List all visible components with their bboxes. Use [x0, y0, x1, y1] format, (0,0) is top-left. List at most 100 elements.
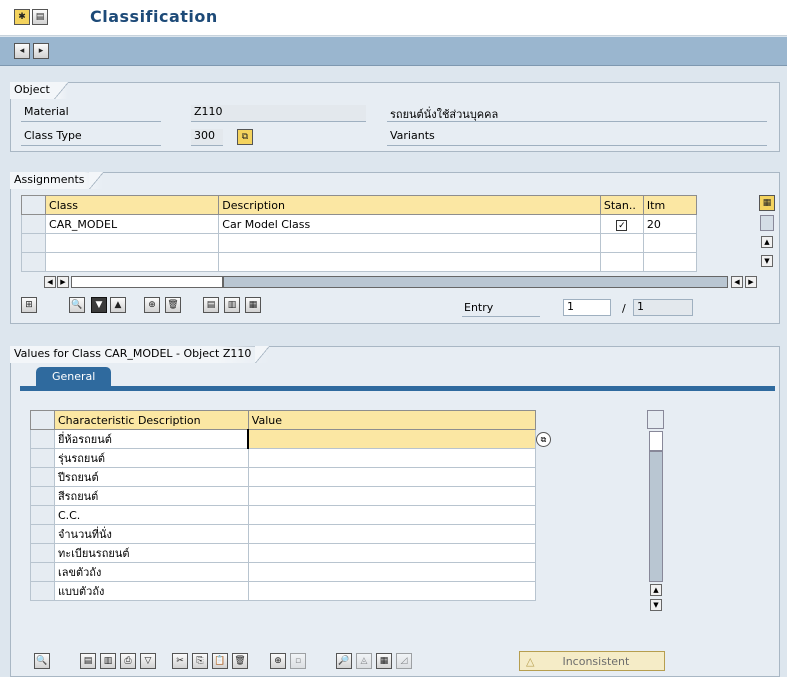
- table-row[interactable]: ปีรถยนต์: [30, 467, 537, 487]
- row-selector[interactable]: [30, 486, 55, 506]
- manage-layout-icon[interactable]: ▦: [245, 297, 261, 313]
- row-selector[interactable]: [30, 524, 55, 544]
- characteristic-cell: รุ่นรถยนต์: [53, 448, 249, 468]
- table-scroll-right-button[interactable]: ▶: [745, 276, 757, 288]
- col-description[interactable]: Description: [218, 195, 601, 215]
- value-input[interactable]: [247, 505, 537, 525]
- col-class[interactable]: Class: [45, 195, 220, 215]
- save-layout-icon[interactable]: ▤: [80, 653, 96, 669]
- select-all-cell[interactable]: [20, 195, 47, 215]
- table-row[interactable]: ทะเบียนรถยนต์: [30, 543, 537, 563]
- row-selector[interactable]: [20, 214, 47, 234]
- scroll-down-button[interactable]: ▼: [761, 255, 773, 267]
- inconsistent-button[interactable]: △ Inconsistent: [519, 651, 665, 671]
- delete-icon[interactable]: 🗑: [232, 653, 248, 669]
- select-all-icon[interactable]: ⊞: [21, 297, 37, 313]
- tab-general[interactable]: General: [36, 367, 111, 387]
- insert-row-icon[interactable]: ⊕: [144, 297, 160, 313]
- value-input[interactable]: [247, 429, 537, 449]
- characteristics-scroll-down-button[interactable]: ▼: [650, 599, 662, 611]
- row-selector[interactable]: [20, 252, 47, 272]
- table-row[interactable]: C.C.: [30, 505, 537, 525]
- characteristics-scroll-header[interactable]: [647, 410, 664, 429]
- previous-object-icon[interactable]: ◂: [14, 43, 30, 59]
- class-cell[interactable]: CAR_MODEL: [45, 214, 220, 234]
- choose-layout-icon[interactable]: ▥: [100, 653, 116, 669]
- save-layout-icon[interactable]: ▤: [203, 297, 219, 313]
- value-input[interactable]: [247, 543, 537, 563]
- description-cell: Car Model Class: [218, 214, 601, 234]
- copy-icon[interactable]: ⎘: [192, 653, 208, 669]
- choose-layout-icon[interactable]: ▥: [224, 297, 240, 313]
- details-icon[interactable]: 🔍: [34, 653, 50, 669]
- value-input[interactable]: [247, 486, 537, 506]
- table-row[interactable]: รุ่นรถยนต์: [30, 448, 537, 468]
- table-row[interactable]: จำนวนที่นั่ง: [30, 524, 537, 544]
- inconsistent-label: Inconsistent: [562, 654, 630, 668]
- row-selector[interactable]: [20, 233, 47, 253]
- disabled-chart-icon: ◿: [396, 653, 412, 669]
- table-scroll-left-button[interactable]: ◀: [731, 276, 743, 288]
- table-row[interactable]: สีรถยนต์: [30, 486, 537, 506]
- row-selector[interactable]: [30, 581, 55, 601]
- filter-icon[interactable]: ▽: [140, 653, 156, 669]
- characteristics-scroll-track[interactable]: [649, 451, 663, 582]
- item-cell[interactable]: 20: [642, 214, 698, 234]
- scroll-right-button[interactable]: ▶: [57, 276, 69, 288]
- value-input[interactable]: [247, 581, 537, 601]
- row-selector[interactable]: [30, 448, 55, 468]
- horizontal-scroll-track[interactable]: [223, 276, 728, 288]
- class-type-field[interactable]: 300: [191, 129, 223, 146]
- col-standard[interactable]: Stan..: [599, 195, 644, 215]
- find-icon[interactable]: 🔎: [336, 653, 352, 669]
- row-selector[interactable]: [30, 467, 55, 487]
- value-input[interactable]: [247, 467, 537, 487]
- characteristic-cell: เลขตัวถัง: [53, 562, 249, 582]
- horizontal-scrollbar[interactable]: [71, 276, 223, 288]
- table-row[interactable]: [20, 252, 698, 272]
- row-selector[interactable]: [30, 505, 55, 525]
- class-type-label: Class Type: [21, 129, 161, 146]
- move-up-icon[interactable]: ▲: [110, 297, 126, 313]
- standard-cell[interactable]: ✓: [599, 214, 644, 234]
- move-down-icon[interactable]: ▼: [91, 297, 107, 313]
- insert-icon[interactable]: ⊕: [270, 653, 286, 669]
- value-input[interactable]: [247, 448, 537, 468]
- table-row[interactable]: CAR_MODEL Car Model Class ✓ 20: [20, 214, 698, 234]
- scroll-left-button[interactable]: ◀: [44, 276, 56, 288]
- table-settings-icon[interactable]: ▦: [759, 195, 775, 211]
- delete-row-icon[interactable]: 🗑: [165, 297, 181, 313]
- characteristics-scroll-thumb[interactable]: [649, 431, 663, 451]
- scroll-up-button[interactable]: ▲: [761, 236, 773, 248]
- assignments-group: Assignments Class Description Stan.. Itm…: [10, 172, 780, 324]
- standard-checkbox[interactable]: ✓: [616, 219, 628, 231]
- col-characteristic-description[interactable]: Characteristic Description: [53, 410, 249, 430]
- next-object-icon[interactable]: ▸: [33, 43, 49, 59]
- characteristics-scroll-up-button[interactable]: ▲: [650, 584, 662, 596]
- menu-icon[interactable]: ✱: [14, 9, 30, 25]
- table-row[interactable]: ยี่ห้อรถยนต์: [30, 429, 537, 449]
- row-selector[interactable]: [30, 543, 55, 563]
- class-type-search-icon[interactable]: ⧉: [237, 129, 253, 145]
- value-input[interactable]: [247, 562, 537, 582]
- characteristic-cell: แบบตัวถัง: [53, 581, 249, 601]
- vertical-scroll-track[interactable]: [760, 215, 774, 231]
- table-row[interactable]: เลขตัวถัง: [30, 562, 537, 582]
- material-field[interactable]: Z110: [191, 105, 366, 122]
- table-row[interactable]: [20, 233, 698, 253]
- table-icon[interactable]: ▦: [376, 653, 392, 669]
- value-help-icon[interactable]: ⧉: [536, 432, 551, 447]
- paste-icon[interactable]: 📋: [212, 653, 228, 669]
- row-selector[interactable]: [30, 429, 55, 449]
- document-icon[interactable]: ▤: [32, 9, 48, 25]
- entry-current-field[interactable]: 1: [563, 299, 611, 316]
- col-item[interactable]: Itm: [642, 195, 698, 215]
- row-selector[interactable]: [30, 562, 55, 582]
- table-row[interactable]: แบบตัวถัง: [30, 581, 537, 601]
- col-value[interactable]: Value: [247, 410, 537, 430]
- cut-icon[interactable]: ✂: [172, 653, 188, 669]
- value-input[interactable]: [247, 524, 537, 544]
- print-icon[interactable]: ⎙: [120, 653, 136, 669]
- details-icon[interactable]: 🔍: [69, 297, 85, 313]
- select-all-cell[interactable]: [30, 410, 55, 430]
